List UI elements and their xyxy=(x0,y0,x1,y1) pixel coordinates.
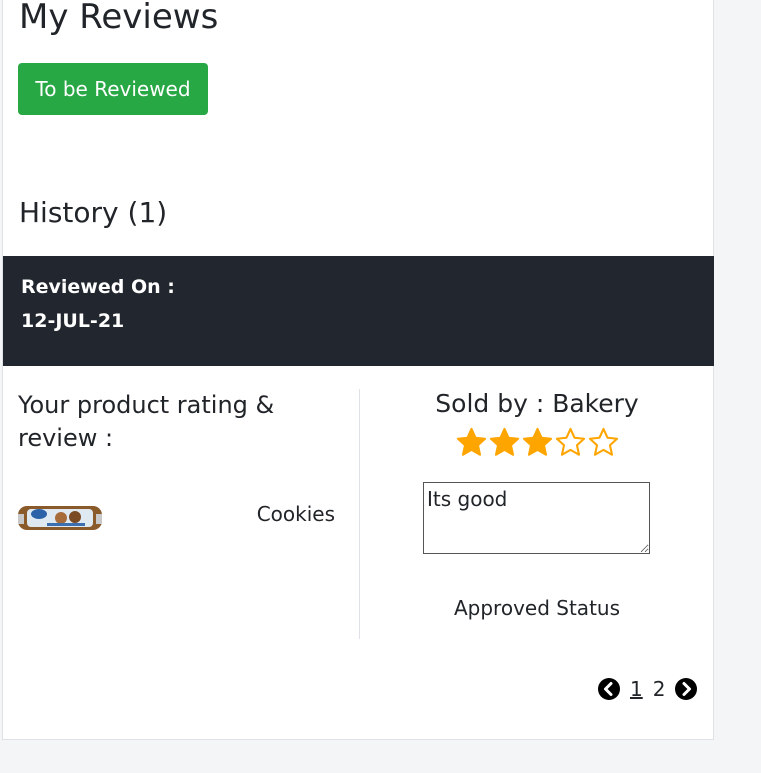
reviewed-on-date: 12-JUL-21 xyxy=(21,310,125,332)
star-filled-icon xyxy=(522,427,553,456)
chevron-left-circle-icon[interactable] xyxy=(598,678,620,700)
chevron-right-circle-icon[interactable] xyxy=(675,678,698,700)
star-filled-icon xyxy=(489,427,520,456)
review-header-bar: Reviewed On : 12-JUL-21 xyxy=(3,256,714,366)
page-link-1[interactable]: 1 xyxy=(630,677,643,701)
product-name: Cookies xyxy=(256,502,335,526)
rating-heading: Your product rating & review : xyxy=(18,391,275,452)
to-be-reviewed-button[interactable]: To be Reviewed xyxy=(18,63,208,115)
page-link-2[interactable]: 2 xyxy=(653,677,666,701)
product-column: Your product rating & review : Cookies xyxy=(3,389,360,639)
history-title: History (1) xyxy=(19,196,168,229)
star-filled-icon xyxy=(456,427,487,456)
product-image xyxy=(18,506,102,530)
seller-column: Sold by : Bakery Its good Approved Statu… xyxy=(359,389,715,639)
approval-status: Approved Status xyxy=(453,596,620,620)
review-text-area[interactable]: Its good xyxy=(423,482,650,554)
star-empty-icon xyxy=(555,427,586,456)
page-title: My Reviews xyxy=(19,0,219,37)
star-empty-icon xyxy=(588,427,619,456)
reviewed-on-label: Reviewed On : xyxy=(21,276,175,298)
pagination: 1 2 xyxy=(598,677,698,701)
star-rating xyxy=(456,427,619,458)
sold-by: Sold by : Bakery xyxy=(435,389,639,418)
reviews-card: My Reviews To be Reviewed History (1) Re… xyxy=(2,0,714,740)
